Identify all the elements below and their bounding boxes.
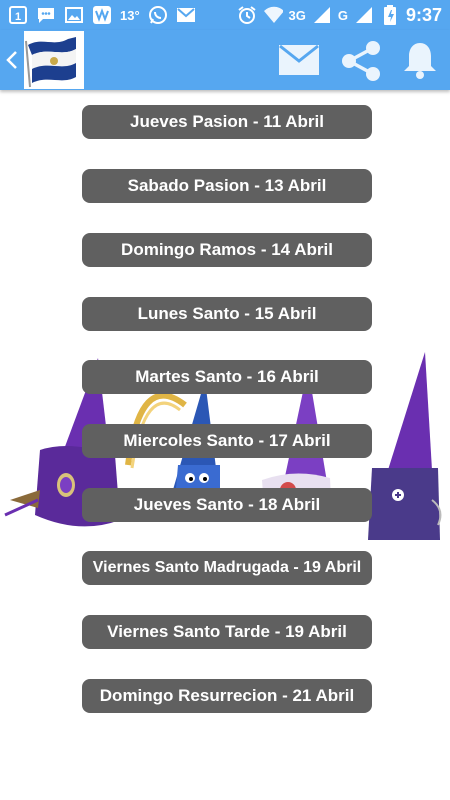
system-icons: 3G G 9:37	[237, 4, 442, 26]
image-icon	[64, 5, 84, 25]
network-type-2: G	[337, 7, 348, 23]
signal-icon	[354, 5, 374, 25]
whatsapp-icon	[148, 5, 168, 25]
day-button-domingo-resurrecion[interactable]: Domingo Resurrecion - 21 Abril	[82, 679, 372, 713]
day-button-viernes-santo-tarde[interactable]: Viernes Santo Tarde - 19 Abril	[82, 615, 372, 649]
gmail-icon	[176, 5, 196, 25]
share-icon[interactable]	[340, 40, 382, 87]
bell-icon[interactable]	[402, 40, 438, 85]
sim-notification-icon: 1	[8, 5, 28, 25]
status-bar: 1 13° 3G G 9:37	[0, 0, 450, 30]
day-button-viernes-santo-madrugada[interactable]: Viernes Santo Madrugada - 19 Abril	[82, 551, 372, 585]
temperature: 13°	[120, 7, 140, 23]
day-button-miercoles-santo[interactable]: Miercoles Santo - 17 Abril	[82, 424, 372, 458]
back-arrow-icon[interactable]	[4, 46, 20, 74]
notification-icons: 1 13°	[8, 4, 196, 26]
signal-icon	[312, 5, 332, 25]
network-type: 3G	[288, 7, 306, 23]
el-salvador-flag-logo[interactable]	[24, 31, 84, 89]
day-button-lunes-santo[interactable]: Lunes Santo - 15 Abril	[82, 297, 372, 331]
day-button-martes-santo[interactable]: Martes Santo - 16 Abril	[82, 360, 372, 394]
notification-count: 1	[15, 11, 21, 23]
wifi-icon	[263, 5, 283, 25]
day-button-jueves-pasion[interactable]: Jueves Pasion - 11 Abril	[82, 105, 372, 139]
app-bar	[0, 30, 450, 90]
news-app-icon	[92, 5, 112, 25]
mail-icon[interactable]	[278, 44, 320, 81]
day-button-jueves-santo[interactable]: Jueves Santo - 18 Abril	[82, 488, 372, 522]
clock: 9:37	[405, 4, 442, 25]
alarm-icon	[237, 5, 257, 25]
battery-icon	[380, 5, 400, 25]
main-content: Jueves Pasion - 11 Abril Sabado Pasion -…	[0, 92, 450, 800]
day-button-sabado-pasion[interactable]: Sabado Pasion - 13 Abril	[82, 169, 372, 203]
chat-icon	[36, 5, 56, 25]
day-button-domingo-ramos[interactable]: Domingo Ramos - 14 Abril	[82, 233, 372, 267]
